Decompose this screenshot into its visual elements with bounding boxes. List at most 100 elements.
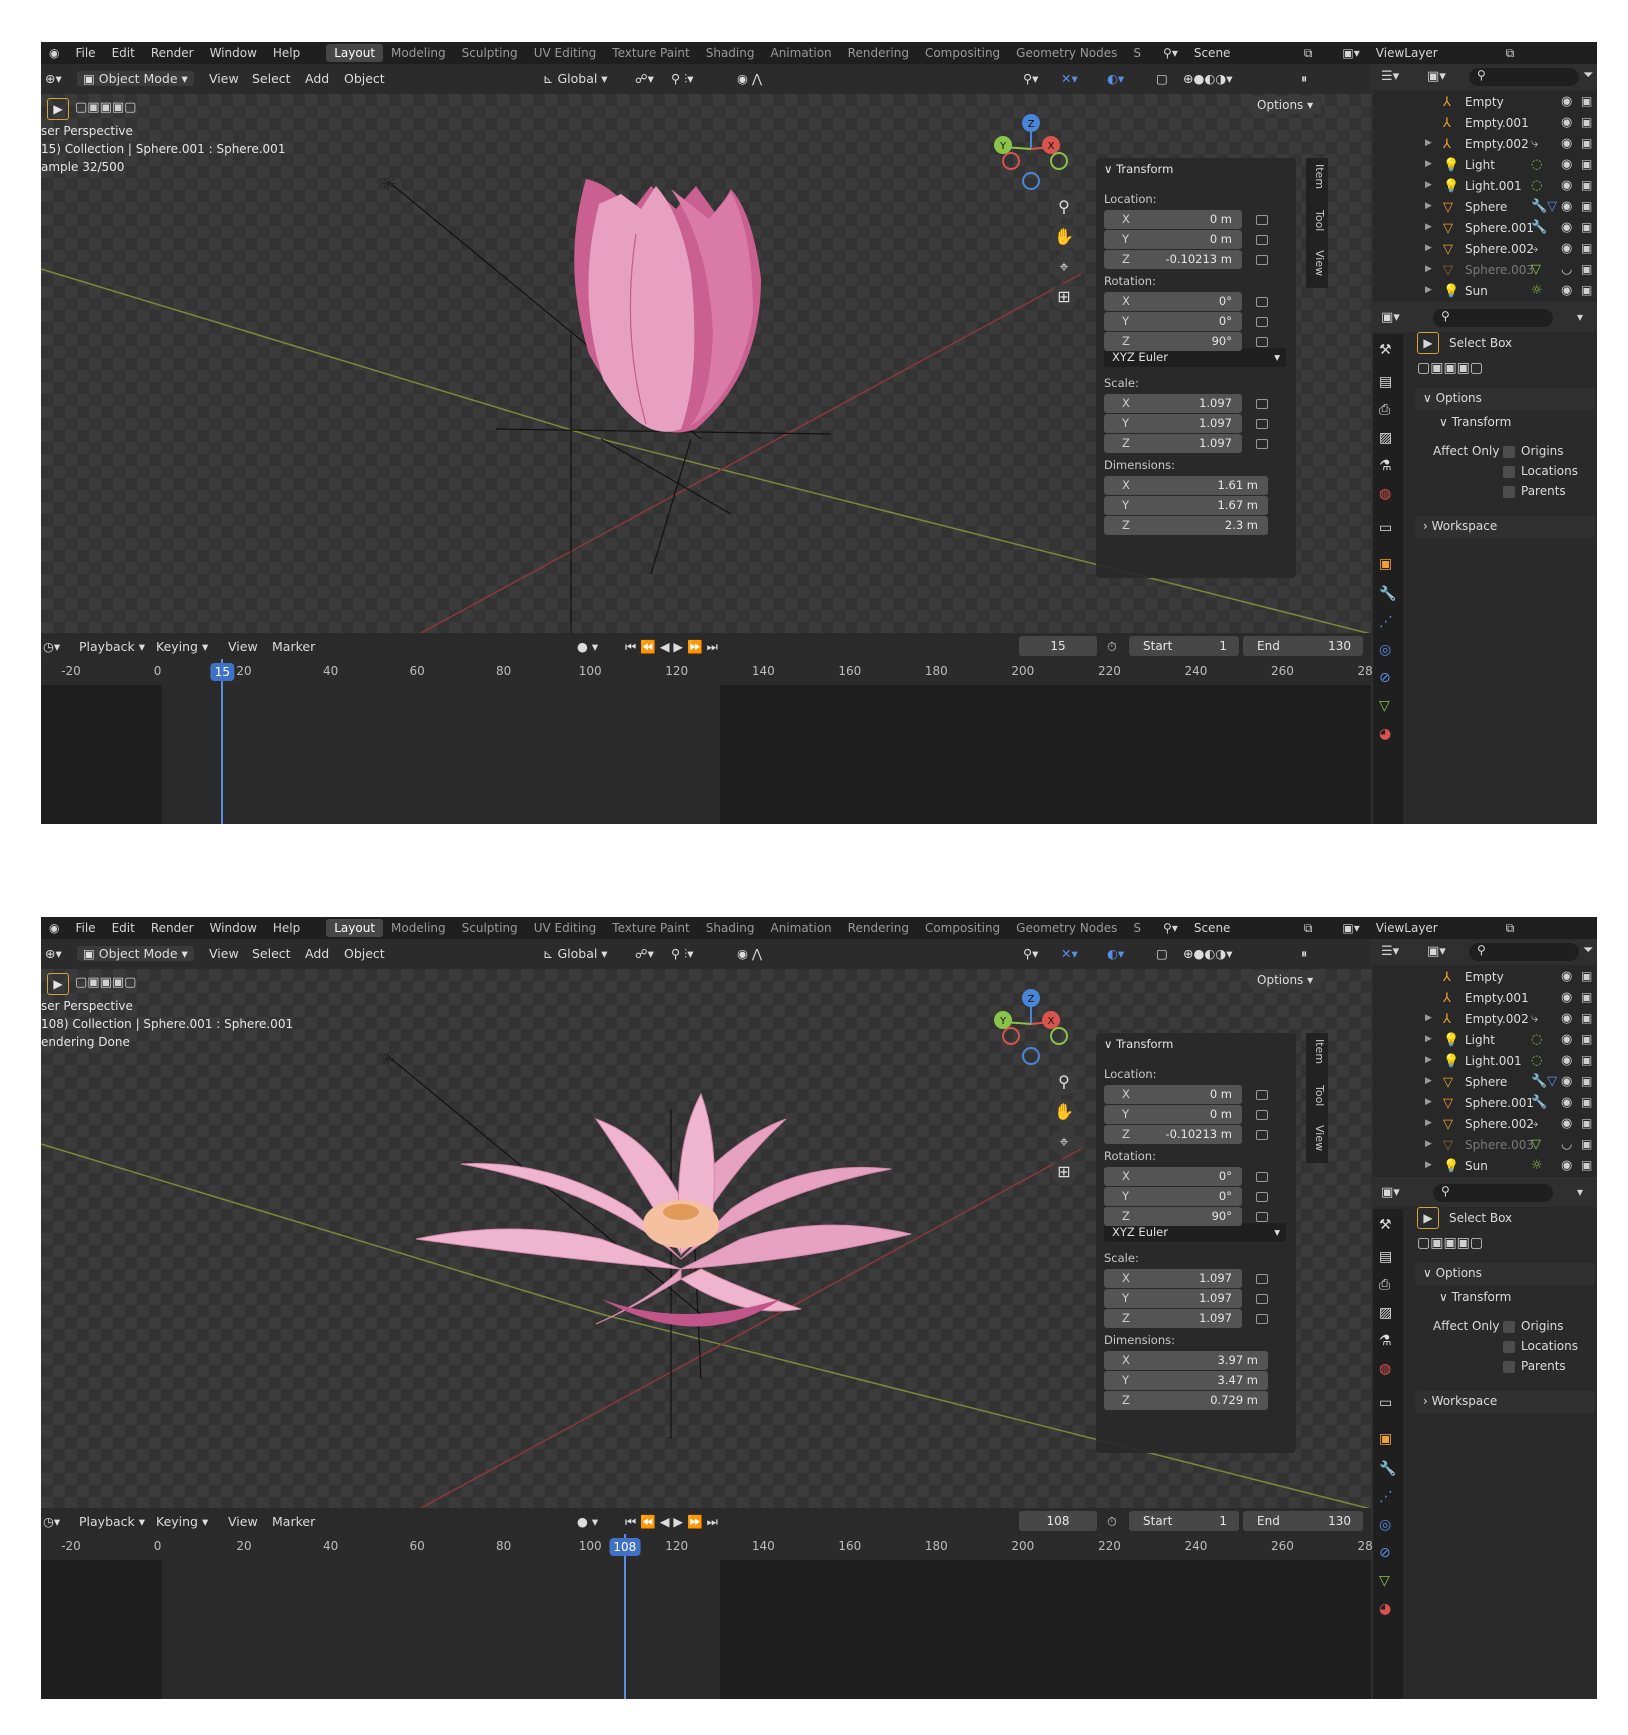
- outliner-item[interactable]: ▶ ▽ Sphere 🔧▽ ◉ ▣: [1373, 197, 1597, 219]
- workspace-section[interactable]: › Workspace: [1415, 516, 1595, 538]
- lock-icon[interactable]: [1256, 1314, 1268, 1324]
- camera-view-icon[interactable]: ⌖: [1051, 254, 1077, 280]
- menu-window[interactable]: Window: [202, 921, 265, 935]
- display-mode-icon[interactable]: ▣▾: [1427, 69, 1446, 84]
- select-box-mode-icons[interactable]: ▢▣▣▣▢: [1417, 1235, 1483, 1251]
- menu-file[interactable]: File: [67, 921, 103, 935]
- timeline-editor-type-icon[interactable]: ◷▾: [43, 1514, 60, 1529]
- outliner-item[interactable]: ▶ ▽ Sphere.003 ▽ ◡ ▣: [1373, 260, 1597, 282]
- menu-edit[interactable]: Edit: [104, 46, 143, 60]
- eye-icon[interactable]: ◉: [1561, 178, 1572, 193]
- view-menu[interactable]: View: [209, 71, 239, 86]
- eye-icon[interactable]: ◉: [1561, 1053, 1572, 1068]
- timeline-playhead[interactable]: [623, 1534, 626, 1699]
- options-section[interactable]: ∨ Options: [1415, 388, 1595, 410]
- playback-menu[interactable]: Playback ▾: [79, 1514, 145, 1529]
- pause-render-icon[interactable]: ⏸: [1301, 71, 1307, 87]
- keying-menu[interactable]: Keying ▾: [156, 639, 208, 654]
- eye-icon[interactable]: ◉: [1561, 136, 1572, 151]
- mode-selector[interactable]: ▣ Object Mode ▾: [77, 946, 194, 961]
- menu-edit[interactable]: Edit: [104, 921, 143, 935]
- filter-icon[interactable]: ⏷: [1583, 943, 1593, 958]
- lock-icon[interactable]: [1256, 317, 1268, 327]
- eye-icon[interactable]: ◉: [1561, 1095, 1572, 1110]
- scale-x-field[interactable]: X 1.097: [1104, 394, 1242, 413]
- outliner-item[interactable]: ▶ 💡 Light.001 ◌ ◉ ▣: [1373, 176, 1597, 198]
- select-box-tool-icon[interactable]: ▶: [1417, 332, 1439, 354]
- gizmo-toggle-icon[interactable]: ✕▾: [1061, 71, 1078, 86]
- modifier-icon[interactable]: ☼: [1531, 1158, 1543, 1173]
- loc-z-field[interactable]: Z -0.10213 m: [1104, 1125, 1242, 1144]
- object-menu[interactable]: Object: [344, 946, 385, 961]
- modifier-icon[interactable]: ⤷: [1531, 1116, 1538, 1131]
- current-frame-badge[interactable]: 15: [210, 663, 235, 681]
- tab-tool[interactable]: Tool: [1308, 210, 1326, 231]
- constraints-tab-icon[interactable]: ⊘: [1379, 1545, 1391, 1561]
- dim-z-field[interactable]: Z 0.729 m: [1104, 1391, 1268, 1410]
- outliner-item[interactable]: ▶ 💡 Sun ☼ ◉ ▣: [1373, 1156, 1597, 1178]
- timeline-playhead[interactable]: [221, 659, 224, 824]
- select-box-mode-icons[interactable]: ▢▣▣▣▢: [1417, 360, 1483, 376]
- visibility-icon[interactable]: ⚲▾: [1023, 946, 1038, 961]
- outliner-item[interactable]: ▶ ▽ Sphere.003 ▽ ◡ ▣: [1373, 1135, 1597, 1157]
- eye-icon[interactable]: ◉: [1561, 94, 1572, 109]
- data-tab-icon[interactable]: ▽: [1379, 1573, 1390, 1589]
- pivot-icon[interactable]: ☍▾: [635, 71, 654, 86]
- camera-icon[interactable]: ▣: [1581, 220, 1592, 234]
- outliner-item[interactable]: ⅄ Empty ◉ ▣: [1373, 92, 1597, 114]
- menu-help[interactable]: Help: [265, 921, 308, 935]
- lock-icon[interactable]: [1256, 1294, 1268, 1304]
- expand-arrow-icon[interactable]: ▶: [1425, 1097, 1432, 1107]
- add-menu[interactable]: Add: [305, 71, 329, 86]
- lock-icon[interactable]: [1256, 1110, 1268, 1120]
- lock-icon[interactable]: [1256, 215, 1268, 225]
- workspace-tab-modeling[interactable]: Modeling: [383, 919, 454, 937]
- workspace-tab-uv-editing[interactable]: UV Editing: [526, 919, 605, 937]
- outliner-item[interactable]: ▶ 💡 Light.001 ◌ ◉ ▣: [1373, 1051, 1597, 1073]
- view-layer-name[interactable]: ViewLayer: [1368, 46, 1498, 60]
- eye-icon[interactable]: ◉: [1561, 1074, 1572, 1089]
- blender-logo-icon[interactable]: ◉: [41, 46, 67, 60]
- camera-icon[interactable]: ▣: [1581, 157, 1592, 171]
- rot-y-field[interactable]: Y 0°: [1104, 312, 1242, 331]
- camera-icon[interactable]: ▣: [1581, 1053, 1592, 1067]
- modifier-tab-icon[interactable]: 🔧: [1379, 1461, 1396, 1477]
- lock-icon[interactable]: [1256, 439, 1268, 449]
- origins-checkbox[interactable]: [1503, 1321, 1515, 1333]
- select-menu[interactable]: Select: [252, 71, 291, 86]
- outliner-editor-icon[interactable]: ☰▾: [1381, 69, 1399, 84]
- select-tool-icon[interactable]: ▶: [47, 973, 69, 995]
- parents-checkbox[interactable]: [1503, 486, 1515, 498]
- keying-menu[interactable]: Keying ▾: [156, 1514, 208, 1529]
- dim-y-field[interactable]: Y 1.67 m: [1104, 496, 1268, 515]
- camera-view-icon[interactable]: ⌖: [1051, 1129, 1077, 1155]
- loc-z-field[interactable]: Z -0.10213 m: [1104, 250, 1242, 269]
- world-tab-icon[interactable]: ◍: [1379, 486, 1391, 502]
- workspace-tab-layout[interactable]: Layout: [326, 44, 384, 62]
- timeline-editor[interactable]: ◷▾ Playback ▾ Keying ▾ View Marker ● ▾ ⏮…: [41, 633, 1380, 824]
- options-dropdown[interactable]: Options ▾: [1249, 971, 1322, 989]
- camera-icon[interactable]: ▣: [1581, 115, 1592, 129]
- new-scene-icon[interactable]: ⧉: [1296, 46, 1321, 61]
- eye-icon[interactable]: ◉: [1561, 115, 1572, 130]
- modifier-icon[interactable]: ◌: [1531, 1032, 1542, 1047]
- current-frame-badge[interactable]: 108: [609, 1538, 641, 1556]
- workspace-tab-rendering[interactable]: Rendering: [840, 44, 917, 62]
- tab-view[interactable]: View: [1308, 250, 1326, 276]
- lotus-bloom[interactable]: [415, 1092, 912, 1327]
- view-menu[interactable]: View: [209, 946, 239, 961]
- outliner-item[interactable]: ▶ ▽ Sphere.001 🔧 ◉ ▣: [1373, 218, 1597, 240]
- workspace-tab-layout[interactable]: Layout: [326, 919, 384, 937]
- auto-keying-icon[interactable]: ● ▾: [577, 639, 598, 654]
- 3d-viewport[interactable]: ✳ ▶ ▢▣▣▣▢ ser Perspective 108) Collectio…: [41, 969, 1371, 1508]
- start-frame-field[interactable]: Start 1: [1129, 636, 1239, 656]
- tab-item[interactable]: Item: [1308, 1039, 1326, 1064]
- outliner-item[interactable]: ▶ ▽ Sphere.001 🔧 ◉ ▣: [1373, 1093, 1597, 1115]
- playback-menu[interactable]: Playback ▾: [79, 639, 145, 654]
- camera-icon[interactable]: ▣: [1581, 94, 1592, 108]
- select-menu[interactable]: Select: [252, 946, 291, 961]
- menu-render[interactable]: Render: [143, 921, 202, 935]
- outliner-search-input[interactable]: ⚲: [1469, 68, 1579, 86]
- world-tab-icon[interactable]: ◍: [1379, 1361, 1391, 1377]
- new-scene-icon[interactable]: ⧉: [1296, 921, 1321, 936]
